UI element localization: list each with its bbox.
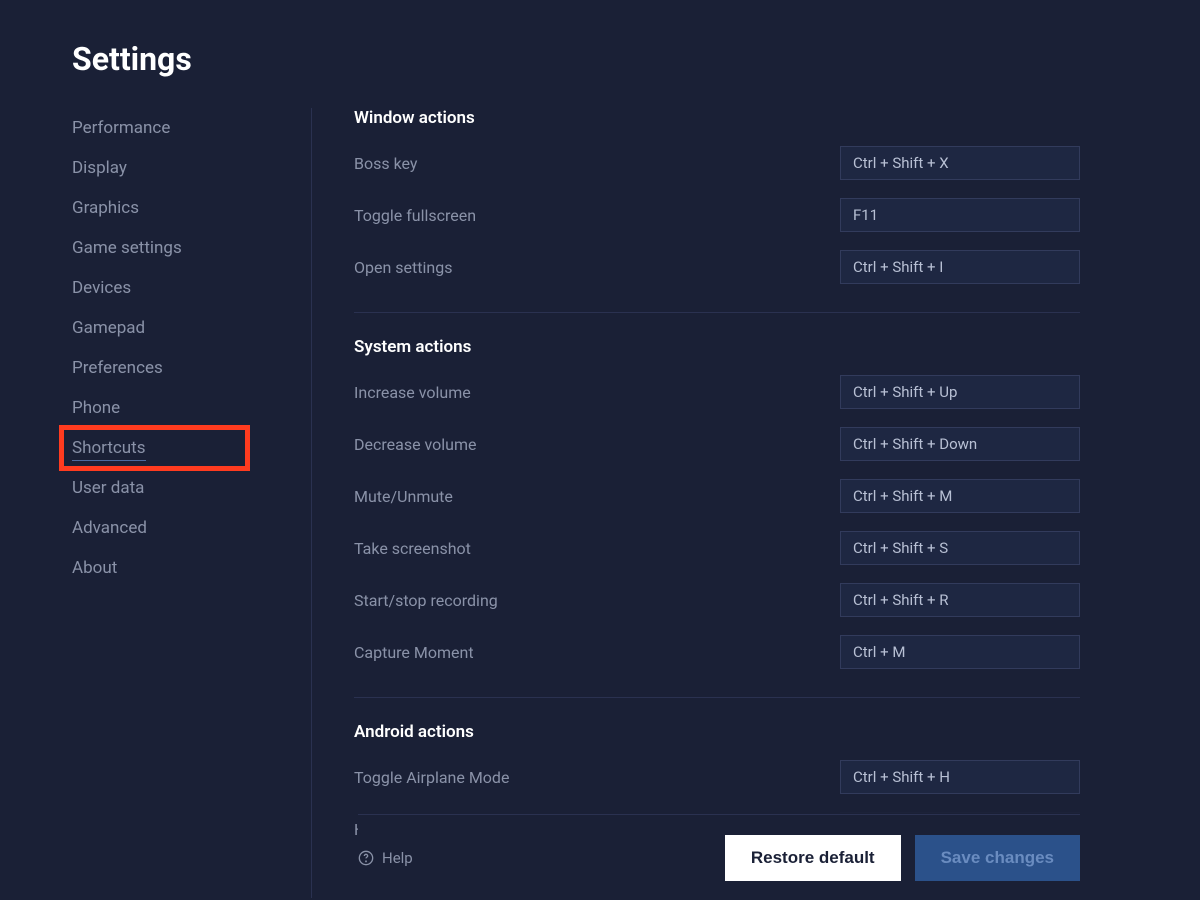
shortcut-label-toggle-fullscreen: Toggle fullscreen bbox=[354, 206, 476, 225]
shortcut-label-capture-moment: Capture Moment bbox=[354, 643, 474, 662]
sidebar-item-advanced[interactable]: Advanced bbox=[72, 508, 291, 548]
settings-sidebar: Performance Display Graphics Game settin… bbox=[72, 108, 312, 898]
page-title: Settings bbox=[0, 0, 1200, 108]
shortcut-input-capture-moment[interactable]: Ctrl + M bbox=[840, 635, 1080, 669]
shortcut-input-boss-key[interactable]: Ctrl + Shift + X bbox=[840, 146, 1080, 180]
sidebar-item-graphics[interactable]: Graphics bbox=[72, 188, 291, 228]
settings-main: Window actions Boss key Ctrl + Shift + X… bbox=[312, 108, 1200, 898]
shortcut-label-boss-key: Boss key bbox=[354, 154, 417, 173]
shortcut-input-decrease-volume[interactable]: Ctrl + Shift + Down bbox=[840, 427, 1080, 461]
shortcut-label-airplane: Toggle Airplane Mode bbox=[354, 768, 509, 787]
shortcut-input-mute[interactable]: Ctrl + Shift + M bbox=[840, 479, 1080, 513]
section-header: System actions bbox=[354, 337, 1080, 357]
shortcut-label-increase-volume: Increase volume bbox=[354, 383, 471, 402]
section-header: Window actions bbox=[354, 108, 1080, 128]
section-header: Android actions bbox=[354, 722, 1080, 742]
shortcut-input-screenshot[interactable]: Ctrl + Shift + S bbox=[840, 531, 1080, 565]
help-label: Help bbox=[382, 849, 413, 867]
save-changes-button[interactable]: Save changes bbox=[915, 835, 1080, 881]
shortcut-input-increase-volume[interactable]: Ctrl + Shift + Up bbox=[840, 375, 1080, 409]
help-link[interactable]: Help bbox=[358, 849, 413, 867]
shortcut-input-recording[interactable]: Ctrl + Shift + R bbox=[840, 583, 1080, 617]
sidebar-item-preferences[interactable]: Preferences bbox=[72, 348, 291, 388]
sidebar-item-display[interactable]: Display bbox=[72, 148, 291, 188]
restore-default-button[interactable]: Restore default bbox=[725, 835, 901, 881]
section-window-actions: Window actions Boss key Ctrl + Shift + X… bbox=[354, 108, 1080, 313]
shortcut-label-open-settings: Open settings bbox=[354, 258, 452, 277]
sidebar-item-gamepad[interactable]: Gamepad bbox=[72, 308, 291, 348]
sidebar-item-game-settings[interactable]: Game settings bbox=[72, 228, 291, 268]
footer-bar: Help Restore default Save changes bbox=[358, 814, 1080, 900]
shortcut-input-toggle-fullscreen[interactable]: F11 bbox=[840, 198, 1080, 232]
sidebar-item-phone[interactable]: Phone bbox=[72, 388, 291, 428]
shortcut-label-screenshot: Take screenshot bbox=[354, 539, 471, 558]
shortcut-label-recording: Start/stop recording bbox=[354, 591, 498, 610]
sidebar-item-about[interactable]: About bbox=[72, 548, 291, 588]
sidebar-item-shortcuts[interactable]: Shortcuts bbox=[62, 428, 247, 468]
shortcut-input-open-settings[interactable]: Ctrl + Shift + I bbox=[840, 250, 1080, 284]
sidebar-item-user-data[interactable]: User data bbox=[72, 468, 291, 508]
section-system-actions: System actions Increase volume Ctrl + Sh… bbox=[354, 337, 1080, 698]
help-icon bbox=[358, 850, 374, 866]
shortcut-label-mute: Mute/Unmute bbox=[354, 487, 453, 506]
sidebar-item-devices[interactable]: Devices bbox=[72, 268, 291, 308]
shortcut-input-airplane[interactable]: Ctrl + Shift + H bbox=[840, 760, 1080, 794]
sidebar-item-performance[interactable]: Performance bbox=[72, 108, 291, 148]
shortcut-label-decrease-volume: Decrease volume bbox=[354, 435, 477, 454]
